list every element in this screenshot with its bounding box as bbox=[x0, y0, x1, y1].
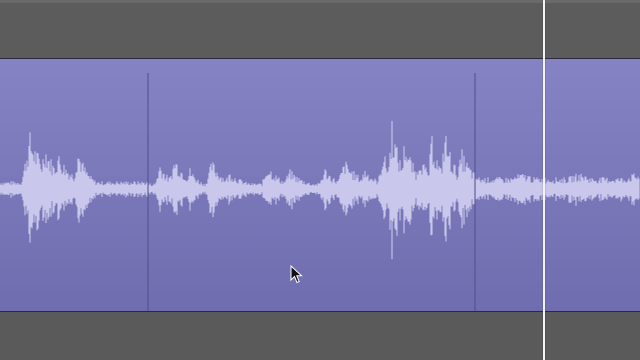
audio-editor-canvas bbox=[0, 0, 640, 360]
arrow-pointer-icon bbox=[290, 265, 303, 284]
playhead[interactable] bbox=[543, 0, 545, 360]
